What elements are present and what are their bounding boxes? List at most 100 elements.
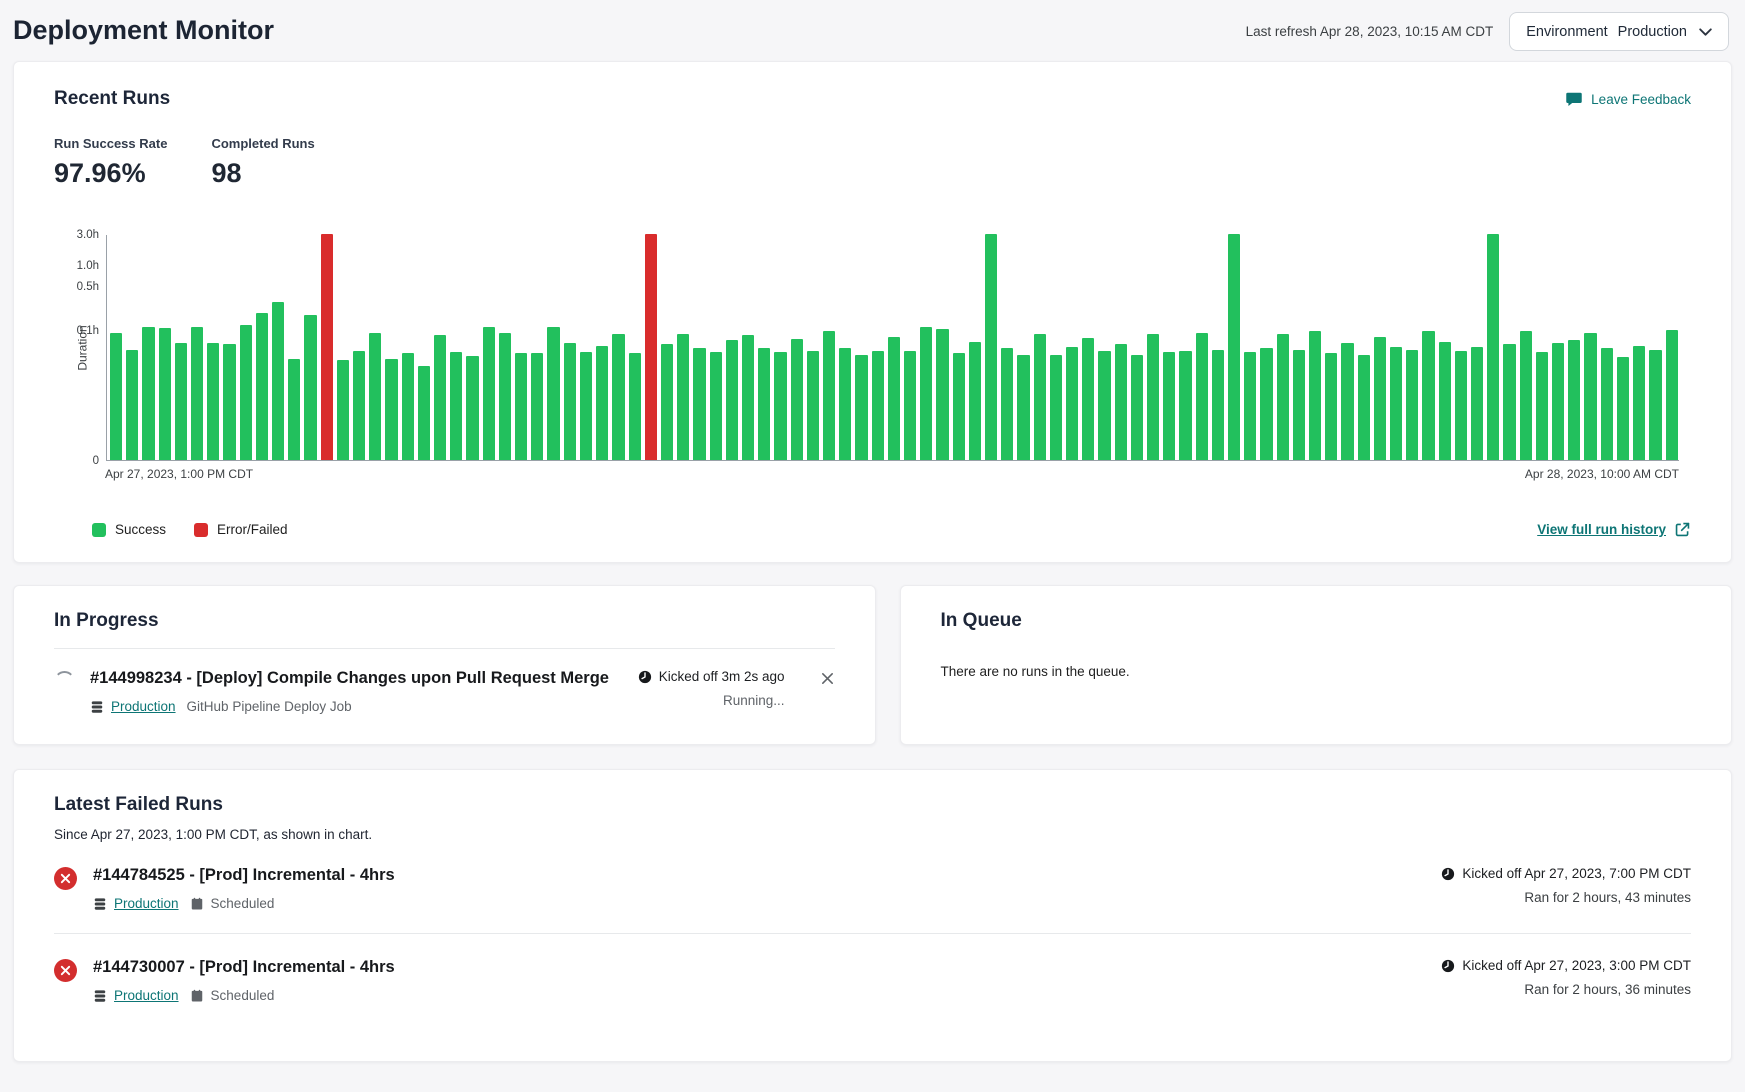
run-bar-error[interactable]: [645, 234, 657, 460]
run-bar-success[interactable]: [823, 331, 835, 460]
close-icon[interactable]: [820, 669, 835, 686]
run-bar-success[interactable]: [1358, 355, 1370, 460]
run-bar-success[interactable]: [888, 337, 900, 461]
run-bar-success[interactable]: [807, 351, 819, 460]
run-bar-success[interactable]: [434, 335, 446, 460]
run-bar-success[interactable]: [1277, 334, 1289, 460]
run-bar-success[interactable]: [855, 355, 867, 460]
run-bar-success[interactable]: [1584, 333, 1596, 460]
environment-link[interactable]: Production: [114, 896, 179, 911]
run-bar-success[interactable]: [1001, 348, 1013, 460]
environment-link[interactable]: Production: [111, 699, 176, 714]
run-bar-success[interactable]: [1309, 331, 1321, 460]
run-bar-success[interactable]: [693, 348, 705, 460]
run-bar-success[interactable]: [126, 350, 138, 461]
run-bar-success[interactable]: [240, 325, 252, 461]
run-bar-success[interactable]: [936, 329, 948, 460]
run-bar-success[interactable]: [872, 351, 884, 460]
run-bar-success[interactable]: [1293, 350, 1305, 461]
run-bar-success[interactable]: [1098, 351, 1110, 460]
run-bar-success[interactable]: [1131, 355, 1143, 460]
run-bar-success[interactable]: [159, 328, 171, 460]
run-bar-success[interactable]: [564, 343, 576, 460]
run-bar-success[interactable]: [1471, 347, 1483, 460]
run-bar-success[interactable]: [677, 334, 689, 460]
run-bar-success[interactable]: [1374, 337, 1386, 461]
run-bar-success[interactable]: [985, 234, 997, 460]
run-bar-success[interactable]: [1536, 352, 1548, 460]
run-bar-success[interactable]: [466, 356, 478, 460]
run-bar-success[interactable]: [1633, 346, 1645, 460]
run-bar-success[interactable]: [1082, 338, 1094, 460]
run-bar-success[interactable]: [612, 334, 624, 460]
run-bar-success[interactable]: [402, 353, 414, 460]
run-bar-success[interactable]: [1147, 334, 1159, 460]
run-bar-success[interactable]: [223, 344, 235, 460]
run-bar-success[interactable]: [710, 352, 722, 460]
run-bar-success[interactable]: [418, 366, 430, 460]
run-bar-success[interactable]: [191, 327, 203, 460]
run-bar-success[interactable]: [1568, 340, 1580, 460]
run-bar-success[interactable]: [1487, 234, 1499, 460]
run-bar-success[interactable]: [207, 343, 219, 460]
run-bar-success[interactable]: [369, 333, 381, 460]
run-bar-success[interactable]: [353, 351, 365, 460]
run-bar-success[interactable]: [1228, 234, 1240, 460]
run-bar-success[interactable]: [1244, 352, 1256, 460]
run-bar-success[interactable]: [726, 340, 738, 460]
run-bar-success[interactable]: [1455, 351, 1467, 460]
run-bar-success[interactable]: [499, 333, 511, 460]
run-bar-success[interactable]: [1552, 343, 1564, 460]
run-bar-success[interactable]: [304, 315, 316, 461]
run-bar-success[interactable]: [1325, 353, 1337, 460]
environment-link[interactable]: Production: [114, 988, 179, 1003]
run-bar-success[interactable]: [1017, 355, 1029, 460]
run-bar-success[interactable]: [272, 302, 284, 460]
run-bar-success[interactable]: [596, 346, 608, 460]
run-bar-success[interactable]: [142, 327, 154, 460]
run-bar-success[interactable]: [1390, 347, 1402, 460]
run-bar-success[interactable]: [1163, 352, 1175, 460]
run-bar-success[interactable]: [110, 333, 122, 460]
run-bar-success[interactable]: [1179, 351, 1191, 460]
run-bar-success[interactable]: [256, 313, 268, 460]
run-bar-error[interactable]: [321, 234, 333, 460]
run-bar-success[interactable]: [547, 327, 559, 460]
run-bar-success[interactable]: [175, 343, 187, 460]
run-bar-success[interactable]: [1406, 350, 1418, 461]
run-bar-success[interactable]: [791, 339, 803, 460]
run-bar-success[interactable]: [337, 360, 349, 460]
run-bar-success[interactable]: [1503, 344, 1515, 460]
run-bar-success[interactable]: [1066, 347, 1078, 460]
environment-dropdown[interactable]: Environment Production: [1509, 12, 1729, 51]
run-bar-success[interactable]: [904, 351, 916, 460]
run-bar-success[interactable]: [515, 353, 527, 460]
run-bar-success[interactable]: [1601, 348, 1613, 460]
run-bar-success[interactable]: [1666, 330, 1678, 460]
run-bar-success[interactable]: [531, 353, 543, 460]
run-bar-success[interactable]: [953, 353, 965, 460]
run-bar-success[interactable]: [450, 352, 462, 460]
run-bar-success[interactable]: [385, 359, 397, 460]
run-bar-success[interactable]: [1115, 344, 1127, 460]
run-bar-success[interactable]: [288, 359, 300, 460]
run-bar-success[interactable]: [774, 352, 786, 460]
run-bar-success[interactable]: [1649, 350, 1661, 461]
run-bar-success[interactable]: [969, 342, 981, 460]
leave-feedback-link[interactable]: Leave Feedback: [1565, 90, 1691, 108]
run-bar-success[interactable]: [1050, 355, 1062, 460]
run-bar-success[interactable]: [1196, 333, 1208, 460]
run-bar-success[interactable]: [1341, 343, 1353, 460]
run-bar-success[interactable]: [629, 353, 641, 460]
view-full-run-history-link[interactable]: View full run history: [1537, 521, 1691, 538]
run-bar-success[interactable]: [839, 348, 851, 460]
run-bar-success[interactable]: [742, 335, 754, 460]
run-bar-success[interactable]: [1439, 342, 1451, 460]
run-bar-success[interactable]: [1422, 331, 1434, 460]
run-bar-success[interactable]: [1034, 334, 1046, 460]
run-bar-success[interactable]: [580, 352, 592, 460]
run-bar-success[interactable]: [1617, 357, 1629, 460]
run-bar-success[interactable]: [920, 327, 932, 460]
run-bar-success[interactable]: [1260, 348, 1272, 460]
run-bar-success[interactable]: [661, 344, 673, 460]
